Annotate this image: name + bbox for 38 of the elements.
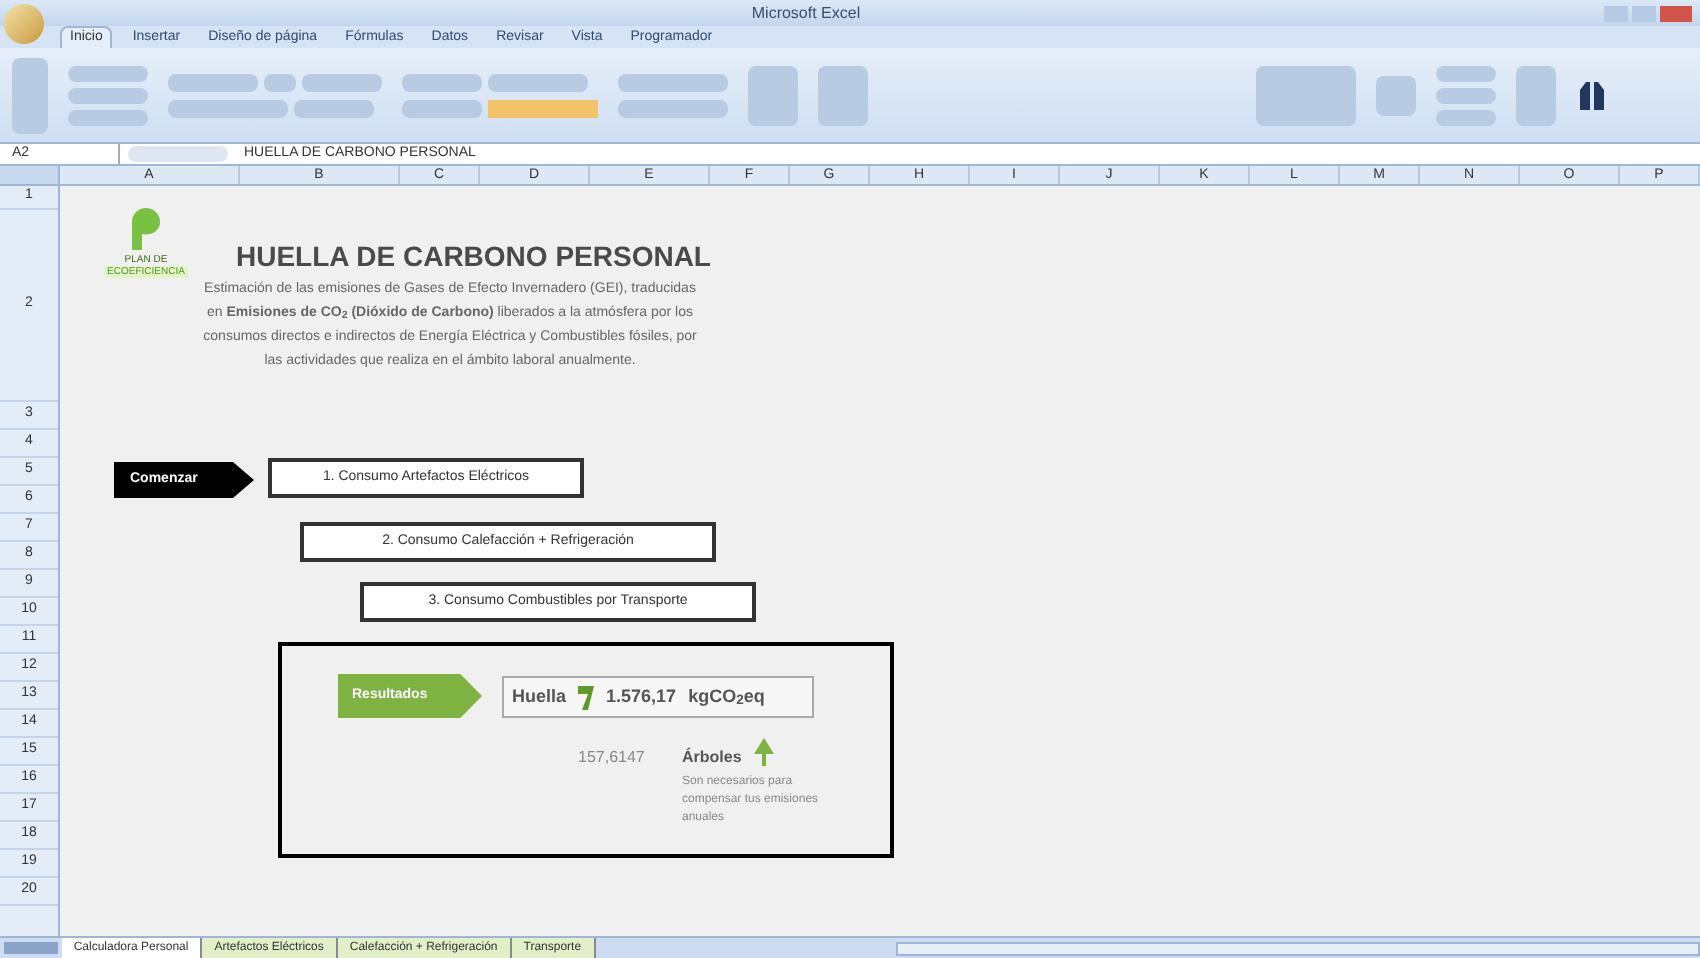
maximize-button[interactable] (1631, 5, 1656, 21)
binoculars-icon[interactable] (1576, 77, 1608, 113)
footprint-value: 1.576,17 (606, 683, 677, 710)
ribbon-tool-icon[interactable] (68, 109, 148, 125)
footprint-unit: kgCO$_{2}$eq (688, 683, 765, 711)
ribbon-tool-icon[interactable] (1436, 109, 1496, 125)
trees-value: 157,6147 (578, 746, 645, 770)
ribbon-tool-icon[interactable] (1436, 65, 1496, 81)
horizontal-scrollbar[interactable] (895, 941, 1700, 955)
window-title: Microsoft Excel (751, 1, 861, 25)
ribbon-tool-icon[interactable] (68, 65, 148, 81)
select-all-corner[interactable] (0, 166, 60, 184)
page-title: HUELLA DE CARBONO PERSONAL (236, 238, 711, 276)
minimize-button[interactable] (1603, 5, 1628, 21)
ribbon-tool-icon[interactable] (264, 73, 296, 91)
ribbon-tool-icon[interactable] (1376, 75, 1416, 115)
ribbon-tool-icon[interactable] (12, 57, 48, 133)
footprint-label: Huella (512, 683, 567, 710)
ribbon-tool-icon[interactable] (168, 73, 258, 91)
ribbon-tool-icon[interactable] (402, 99, 482, 117)
ribbon-tool-icon[interactable] (1256, 65, 1356, 125)
ribbon-tool-icon[interactable] (1436, 87, 1496, 103)
close-button[interactable] (1659, 5, 1692, 21)
office-button[interactable] (4, 4, 44, 44)
ribbon-tool-icon[interactable] (68, 87, 148, 103)
trees-label: Árboles (682, 746, 742, 770)
highlighted-tool-icon[interactable] (488, 99, 598, 117)
ribbon-tool-icon[interactable] (1516, 65, 1556, 125)
ribbon-tool-icon[interactable] (748, 65, 798, 125)
ribbon-tool-icon[interactable] (618, 99, 728, 117)
sheet-nav-icon[interactable] (4, 942, 58, 954)
ribbon-tool-icon[interactable] (818, 65, 868, 125)
ribbon-tool-icon[interactable] (294, 99, 374, 117)
ribbon-tool-icon[interactable] (488, 73, 588, 91)
ribbon-tool-icon[interactable] (302, 73, 382, 91)
ribbon-tool-icon[interactable] (618, 73, 728, 91)
ribbon-tool-icon[interactable] (168, 99, 288, 117)
ribbon-tool-icon[interactable] (402, 73, 482, 91)
